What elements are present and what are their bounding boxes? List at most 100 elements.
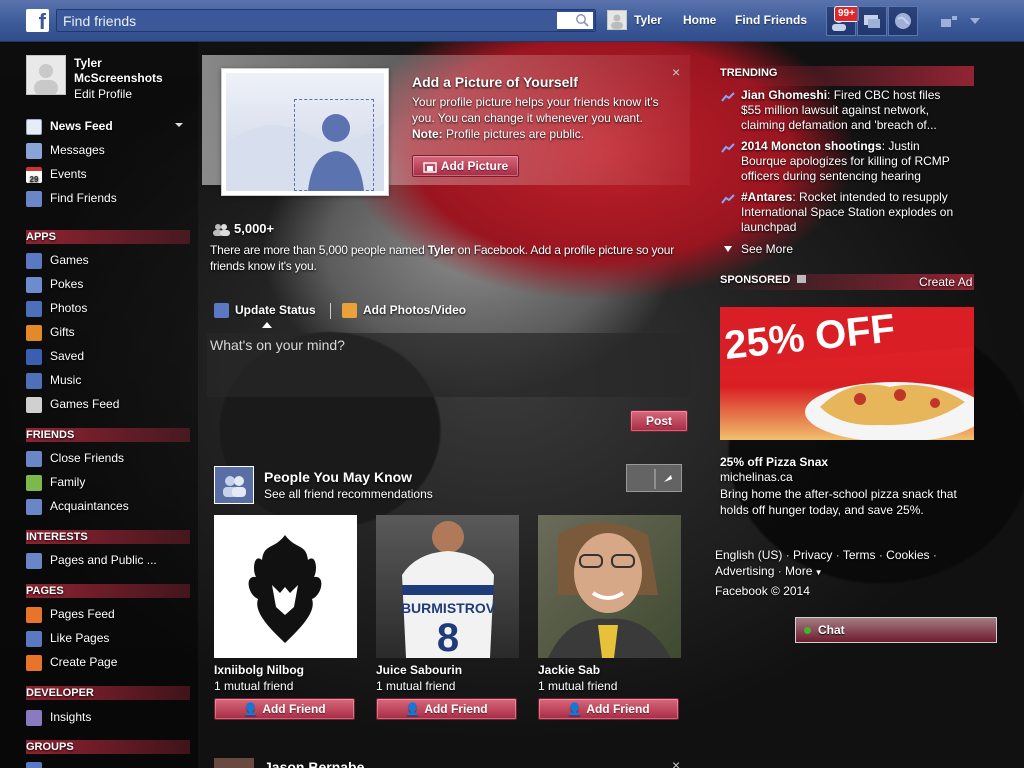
footer-language-link[interactable]: English (US) — [715, 548, 782, 562]
user-avatar-icon[interactable] — [607, 10, 627, 30]
footer-cookies-link[interactable]: Cookies — [886, 548, 929, 562]
sidebar-item-saved[interactable]: Saved — [26, 347, 84, 365]
pymk-name-3[interactable]: Jackie Sab — [538, 663, 600, 677]
tab-add-photos[interactable]: Add Photos/Video — [342, 303, 466, 319]
facebook-logo-icon[interactable]: f — [26, 9, 49, 32]
trending-item-1[interactable]: Jian Ghomeshi: Fired CBC host files $55 … — [741, 88, 963, 133]
more-caret-icon: ▼ — [812, 568, 823, 577]
pymk-mutual-1[interactable]: 1 mutual friend — [214, 679, 293, 693]
sidebar-item-music[interactable]: Music — [26, 371, 81, 389]
events-icon: 29 — [26, 166, 42, 184]
sidebar-item-pokes[interactable]: Pokes — [26, 275, 83, 293]
edit-profile-link[interactable]: Edit Profile — [74, 87, 132, 101]
privacy-shortcuts-icon[interactable] — [940, 14, 958, 28]
search-icon[interactable] — [575, 13, 589, 27]
photo-icon — [342, 303, 357, 319]
next-arrow-icon — [664, 475, 672, 482]
ad-image[interactable]: 25% OFF — [720, 307, 974, 440]
footer-more-link[interactable]: More — [785, 564, 812, 578]
add-picture-button[interactable]: Add Picture — [412, 155, 519, 177]
footer-copyright: Facebook © 2014 — [715, 584, 810, 598]
story-close-icon[interactable]: × — [672, 757, 680, 768]
prompt-close-icon[interactable]: × — [672, 64, 680, 80]
tab-update-status[interactable]: Update Status — [214, 303, 316, 319]
find-friends-link[interactable]: Find Friends — [735, 13, 807, 27]
sidebar-item-groups-cropped[interactable] — [26, 760, 50, 768]
hockey-jersey-image: BURMISTROV 8 — [401, 521, 496, 658]
sponsored-info-icon[interactable] — [797, 275, 807, 283]
pymk-photo-2[interactable]: BURMISTROV 8 — [376, 515, 519, 658]
trending-see-more[interactable]: See More — [741, 242, 793, 256]
ad-title[interactable]: 25% off Pizza Snax — [720, 455, 828, 469]
ad-domain[interactable]: michelinas.ca — [720, 470, 793, 484]
sidebar-item-create-page[interactable]: Create Page — [26, 653, 117, 671]
profile-picture-placeholder[interactable] — [221, 68, 389, 196]
trending-item-2[interactable]: 2014 Moncton shootings: Justin Bourque a… — [741, 139, 963, 184]
sidebar-item-pages-public[interactable]: Pages and Public ... — [26, 551, 157, 569]
ad-body[interactable]: Bring home the after-school pizza snack … — [720, 486, 970, 518]
sidebar-item-messages[interactable]: Messages — [26, 141, 105, 159]
pymk-mutual-2[interactable]: 1 mutual friend — [376, 679, 455, 693]
crop-guide — [294, 99, 374, 191]
sidebar-item-photos[interactable]: Photos — [26, 299, 87, 317]
sidebar-item-gifts[interactable]: Gifts — [26, 323, 75, 341]
prompt-description: Your profile picture helps your friends … — [412, 95, 659, 141]
active-tab-pointer — [262, 322, 272, 328]
sidebar-item-games-feed[interactable]: Games Feed — [26, 395, 119, 413]
sidebar-item-events[interactable]: 29 Events — [26, 165, 87, 184]
pymk-mutual-3[interactable]: 1 mutual friend — [538, 679, 617, 693]
add-friend-button-3[interactable]: 👤 Add Friend — [538, 698, 679, 720]
messages-jewel-icon[interactable] — [857, 6, 887, 36]
footer-advertising-link[interactable]: Advertising — [715, 564, 774, 578]
sidebar-item-insights[interactable]: Insights — [26, 708, 91, 726]
trending-arrow-icon — [721, 92, 735, 102]
sidebar-item-like-pages[interactable]: Like Pages — [26, 629, 109, 647]
search-input[interactable] — [57, 10, 557, 31]
pymk-photo-3[interactable] — [538, 515, 681, 658]
notifications-globe-icon[interactable] — [888, 6, 918, 36]
profile-link[interactable]: Tyler — [634, 13, 662, 27]
sidebar-header-groups: GROUPS — [26, 740, 190, 754]
sidebar-header-apps: APPS — [26, 230, 190, 244]
pymk-title[interactable]: People You May Know — [264, 469, 412, 485]
profile-picture[interactable] — [26, 55, 66, 95]
sidebar-item-close-friends[interactable]: Close Friends — [26, 449, 124, 467]
see-all-recommendations-link[interactable]: See all friend recommendations — [264, 487, 433, 501]
pymk-name-1[interactable]: Ixniibolg Nilbog — [214, 663, 304, 677]
sidebar-item-find-friends[interactable]: Find Friends — [26, 189, 117, 207]
status-composer[interactable] — [207, 333, 691, 397]
add-friend-icon: 👤 — [567, 702, 583, 716]
pymk-photo-1[interactable] — [214, 515, 357, 658]
search-box[interactable] — [56, 9, 596, 32]
sidebar-item-family[interactable]: Family — [26, 473, 85, 491]
camera-icon — [423, 162, 437, 173]
news-feed-icon — [26, 118, 42, 135]
create-ad-link[interactable]: Create Ad — [919, 275, 972, 289]
home-link[interactable]: Home — [683, 13, 716, 27]
news-feed-options-icon[interactable] — [175, 123, 183, 127]
story-author-avatar[interactable] — [214, 758, 254, 768]
trending-item-3[interactable]: #Antares: Rocket intended to resupply In… — [741, 190, 963, 235]
post-button[interactable]: Post — [630, 410, 688, 432]
sidebar-item-acquaintances[interactable]: Acquaintances — [26, 497, 129, 515]
create-page-icon — [26, 654, 42, 671]
sidebar-item-pages-feed[interactable]: Pages Feed — [26, 605, 115, 623]
pymk-name-2[interactable]: Juice Sabourin — [376, 663, 462, 677]
status-input[interactable] — [207, 333, 691, 397]
footer-privacy-link[interactable]: Privacy — [793, 548, 832, 562]
sidebar-header-pages: PAGES — [26, 584, 190, 598]
smiling-woman-image — [548, 522, 671, 658]
chat-bar[interactable]: Chat — [795, 617, 997, 643]
pymk-carousel-arrows[interactable] — [626, 464, 682, 492]
sidebar-item-news-feed[interactable]: News Feed — [26, 117, 113, 135]
add-friend-button-2[interactable]: 👤 Add Friend — [376, 698, 517, 720]
account-menu-chevron-icon[interactable] — [969, 17, 981, 25]
footer-terms-link[interactable]: Terms — [843, 548, 876, 562]
tab-divider — [330, 303, 331, 319]
footer-links: English (US) · Privacy · Terms · Cookies… — [715, 548, 937, 578]
sidebar-item-games[interactable]: Games — [26, 251, 89, 269]
profile-name[interactable]: Tyler McScreenshots — [74, 56, 184, 86]
add-friend-button-1[interactable]: 👤 Add Friend — [214, 698, 355, 720]
people-you-may-know-icon — [214, 466, 254, 504]
story-author-name[interactable]: Jason Bernabe — [264, 759, 364, 768]
